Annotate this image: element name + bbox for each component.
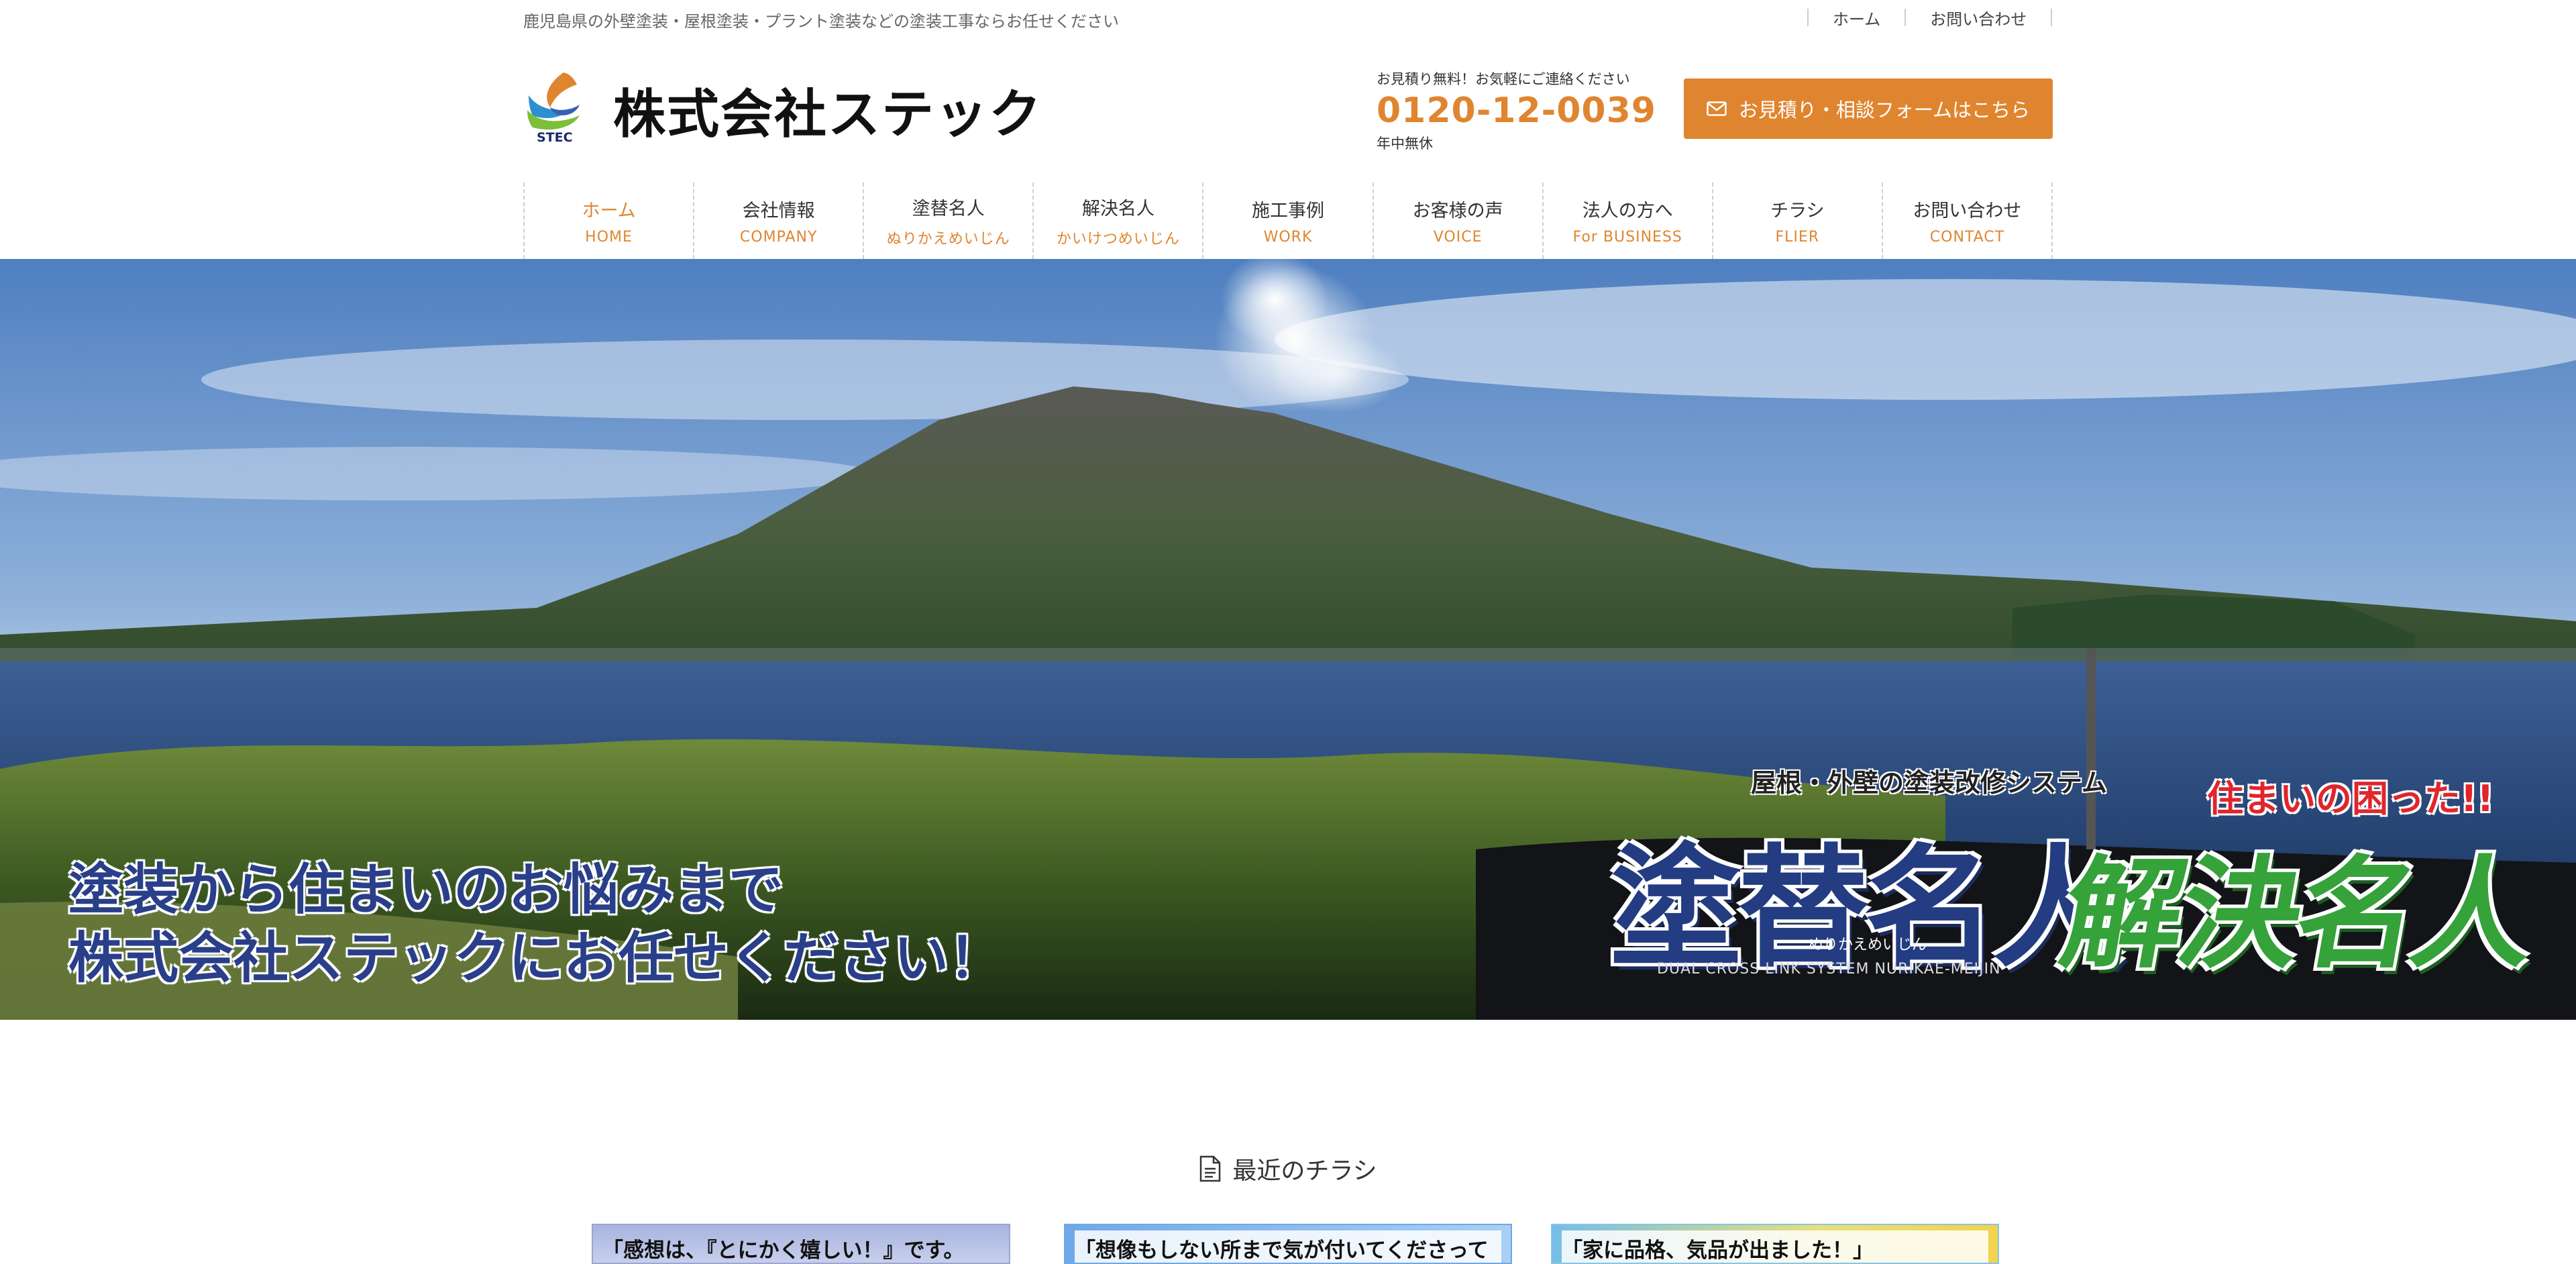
nav-item-kaiketsu[interactable]: 解決名人 かいけつめいじん [1032, 182, 1202, 259]
nav-label-jp: お客様の声 [1412, 201, 1503, 221]
nav-label-en: FLIER [1775, 229, 1820, 246]
nav-label-jp: 会社情報 [742, 201, 815, 221]
nav-label-jp: お問い合わせ [1913, 201, 2022, 221]
nav-item-home[interactable]: ホーム HOME [523, 182, 693, 259]
nurikae-subtitle: 屋根・外壁の塗装改修システム [1751, 768, 2107, 798]
document-icon [1200, 1155, 1221, 1182]
mail-icon [1707, 101, 1727, 116]
nurikae-english: DUAL CROSS LINK SYSTEM NURIKAE-MEIJIN [1657, 961, 2001, 978]
stec-logo-icon: STEC [523, 68, 597, 152]
nav-label-en: かいけつめいじん [1056, 230, 1180, 248]
flier-card-1[interactable]: 「感想は、『とにかく嬉しい！』です。 [592, 1224, 1010, 1264]
kaiketsu-logo-text: 解決名人 [2051, 845, 2544, 985]
flier-headline: 「家に品格、気品が出ました！」 [1562, 1239, 1874, 1263]
hero-caption-line-2: 株式会社ステックにお任せください！ [68, 927, 1004, 990]
global-nav: ホーム HOME 会社情報 COMPANY 塗替名人 ぬりかえめいじん 解決名人… [523, 182, 2053, 259]
nav-label-jp: チラシ [1770, 201, 1825, 221]
recent-fliers-heading: 最近のチラシ [0, 1151, 2576, 1186]
flier-card-3[interactable]: 「家に品格、気品が出ました！」 [1551, 1224, 1999, 1264]
contact-info: お見積り無料！お気軽にご連絡ください 0120-12-0039 年中無休 [1377, 68, 1672, 153]
nav-item-business[interactable]: 法人の方へ For BUSINESS [1542, 182, 1712, 259]
hero-caption: 塗装から住まいのお悩みまで 株式会社ステックにお任せください！ [68, 856, 1004, 993]
hero-banner: 塗装から住まいのお悩みまで 株式会社ステックにお任せください！ 屋根・外壁の塗装… [0, 259, 2576, 1020]
top-link-home[interactable]: ホーム [1809, 6, 1904, 30]
nav-label-en: COMPANY [739, 229, 818, 246]
nav-label-jp: ホーム [582, 201, 636, 221]
top-link-contact[interactable]: お問い合わせ [1906, 6, 2051, 30]
flier-headline: 「想像もしない所まで気が付いてくださって [1075, 1239, 1489, 1263]
nav-item-contact[interactable]: お問い合わせ CONTACT [1881, 182, 2053, 259]
nav-label-en: WORK [1263, 229, 1313, 246]
nav-item-flier[interactable]: チラシ FLIER [1711, 182, 1882, 259]
nurikae-ruby: ぬりかえめいじん [1809, 937, 1927, 953]
recent-fliers-title: 最近のチラシ [1232, 1157, 1377, 1185]
estimate-form-label: お見積り・相談フォームはこちら [1738, 99, 2031, 121]
nav-label-en: VOICE [1433, 229, 1483, 246]
business-hours: 年中無休 [1377, 136, 1433, 152]
top-links: ホーム お問い合わせ [1807, 6, 2053, 30]
nav-label-jp: 塗替名人 [912, 198, 985, 219]
site-logo[interactable]: STEC 株式会社ステック [523, 68, 1041, 152]
kaiketsu-subtitle: 住まいの困った!! [2207, 778, 2494, 820]
nav-item-work[interactable]: 施工事例 WORK [1202, 182, 1372, 259]
nav-label-jp: 施工事例 [1251, 201, 1324, 221]
estimate-form-button[interactable]: お見積り・相談フォームはこちら [1684, 78, 2053, 139]
free-estimate-note: お見積り無料！お気軽にご連絡ください [1377, 71, 1630, 87]
nav-item-nurikae[interactable]: 塗替名人 ぬりかえめいじん [863, 182, 1032, 259]
logo-mark-text: STEC [537, 130, 573, 145]
hero-caption-line-1: 塗装から住まいのお悩みまで [68, 858, 784, 922]
nav-label-jp: 解決名人 [1081, 198, 1155, 219]
nav-label-en: For BUSINESS [1572, 229, 1682, 246]
flier-headline: 「感想は、『とにかく嬉しい！』です。 [602, 1239, 965, 1263]
divider [2051, 9, 2053, 26]
phone-number[interactable]: 0120-12-0039 [1377, 89, 1672, 133]
nav-label-en: HOME [585, 229, 633, 246]
nav-label-en: ぬりかえめいじん [886, 230, 1010, 248]
site-tagline: 鹿児島県の外壁塗装・屋根塗装・プラント塗装などの塗装工事ならお任せください [523, 12, 1119, 31]
flier-card-2[interactable]: 「想像もしない所まで気が付いてくださって [1064, 1224, 1512, 1264]
nav-label-en: CONTACT [1929, 229, 2005, 246]
company-name: 株式会社ステック [613, 85, 1043, 145]
nav-label-jp: 法人の方へ [1582, 201, 1673, 221]
site-header: STEC 株式会社ステック お見積り無料！お気軽にご連絡ください 0120-12… [0, 35, 2576, 182]
nav-item-company[interactable]: 会社情報 COMPANY [693, 182, 863, 259]
top-bar: 鹿児島県の外壁塗装・屋根塗装・プラント塗装などの塗装工事ならお任せください ホー… [0, 0, 2576, 35]
nav-item-voice[interactable]: お客様の声 VOICE [1372, 182, 1542, 259]
